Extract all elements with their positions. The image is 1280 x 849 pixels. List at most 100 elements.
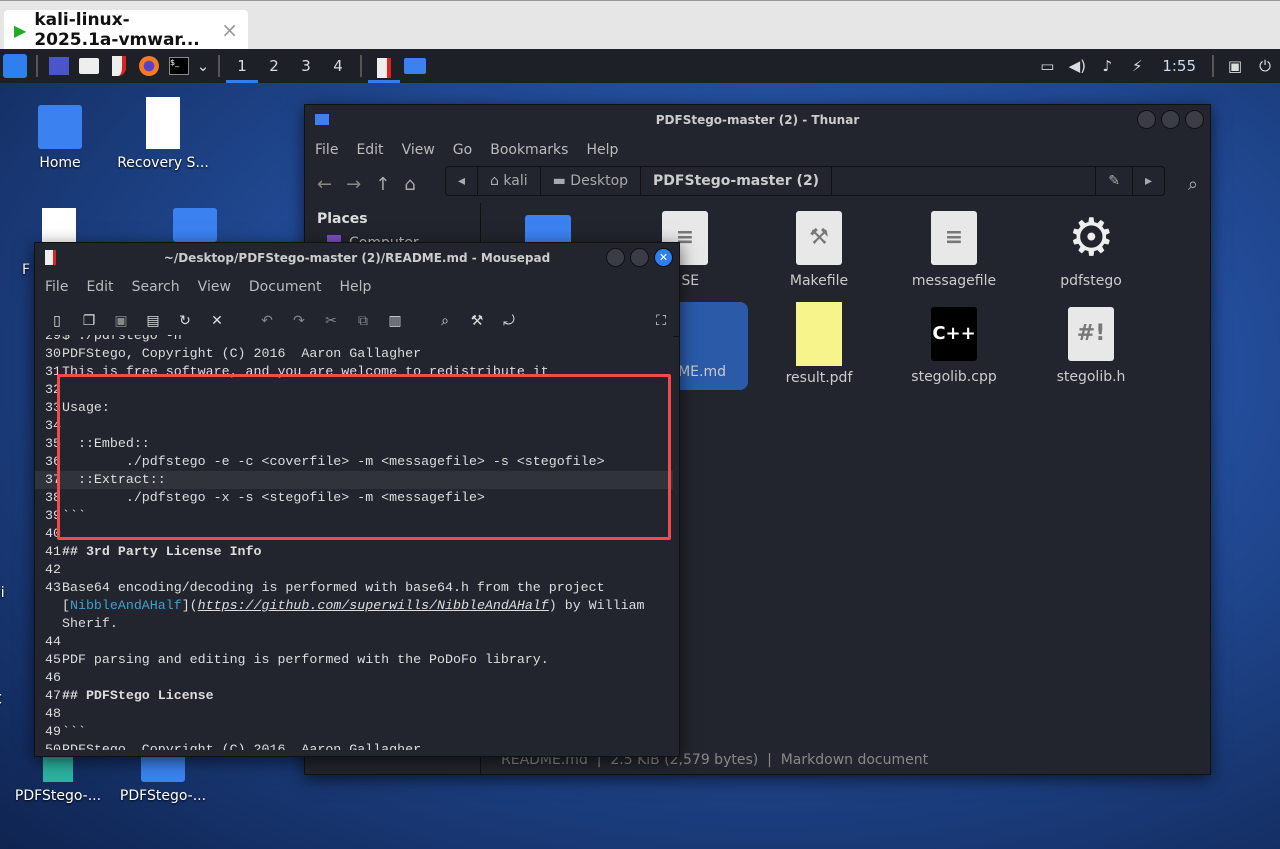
desktop-icon-pdfstego-1[interactable]: PDFStego-... (8, 752, 108, 804)
kali-menu-icon[interactable] (0, 49, 30, 83)
taskbar-thunar[interactable] (400, 49, 430, 83)
menu-view[interactable]: View (402, 142, 435, 158)
breadcrumb: ◂ ⌂ kali ▬ Desktop PDFStego-master (2) ✎… (445, 166, 1165, 196)
line-number: 30 (45, 346, 61, 361)
menu-file[interactable]: File (315, 142, 338, 158)
menu-go[interactable]: Go (453, 142, 472, 158)
fullscreen-icon[interactable]: ⛶ (651, 313, 671, 329)
copy-icon[interactable]: ⧉ (353, 313, 373, 329)
code-line: 46 (35, 669, 673, 687)
taskbar-mousepad[interactable] (368, 49, 400, 83)
file-result-pdf[interactable]: result.pdf (764, 302, 874, 386)
close-button[interactable]: ✕ (654, 248, 673, 267)
text-editor-icon[interactable] (104, 49, 134, 83)
line-number: 34 (45, 418, 61, 433)
line-number: 32 (45, 382, 61, 397)
vm-tab[interactable]: ▶ kali-linux-2025.1a-vmwar... × (4, 10, 248, 50)
line-number: 37 (45, 472, 61, 487)
workspace-4[interactable]: 4 (322, 49, 354, 83)
line-text: ## PDFStego License (62, 688, 214, 703)
file-label: Makefile (789, 273, 849, 289)
edit-location-icon[interactable]: ✎ (1095, 167, 1133, 195)
line-number: 49 (45, 724, 61, 739)
clock[interactable]: 1:55 (1152, 57, 1206, 75)
search-icon[interactable]: ⌕ (435, 313, 455, 329)
desktop-icon-partial[interactable]: C (0, 692, 32, 708)
workspace-2[interactable]: 2 (258, 49, 290, 83)
go-to-line-icon[interactable]: ⤾ (499, 313, 519, 329)
forward-arrow-icon[interactable]: → (346, 174, 361, 195)
logout-icon[interactable]: ⏻ (1250, 49, 1280, 83)
chevron-down-icon[interactable]: ⌄ (194, 49, 212, 83)
close-icon[interactable]: × (221, 18, 238, 42)
close-icon[interactable]: ✕ (207, 313, 227, 329)
undo-icon[interactable]: ↶ (257, 313, 277, 329)
icon-label: Home (39, 155, 81, 171)
menu-edit[interactable]: Edit (356, 142, 383, 158)
desktop-icon-pdfstego-2[interactable]: PDFStego-... (113, 752, 213, 804)
home-icon[interactable]: ⌂ (404, 174, 415, 195)
redo-icon[interactable]: ↷ (289, 313, 309, 329)
desktop-icon-partial[interactable]: wi (0, 585, 32, 601)
desktop-icon-recovery[interactable]: Recovery S... (113, 97, 213, 171)
breadcrumb-kali[interactable]: ⌂ kali (478, 167, 541, 195)
desktop-icon-partial[interactable]: rs (0, 478, 22, 494)
menu-help[interactable]: Help (339, 279, 371, 295)
link-punctuation: ]( (181, 598, 198, 613)
notification-bell-icon[interactable]: ♪ (1092, 49, 1122, 83)
file-stegolib-cpp[interactable]: C++ stegolib.cpp (899, 307, 1009, 385)
network-icon[interactable]: ▭ (1032, 49, 1062, 83)
menu-file[interactable]: File (45, 279, 68, 295)
save-as-icon[interactable]: ▤ (143, 313, 163, 329)
show-desktop-icon[interactable] (44, 49, 74, 83)
breadcrumb-left-arrow[interactable]: ◂ (446, 167, 479, 195)
gear-icon: ⚙ (1068, 208, 1115, 268)
workspace-1[interactable]: 1 (226, 49, 258, 83)
file-messagefile[interactable]: ≡ messagefile (899, 211, 1009, 289)
lock-icon[interactable]: ▣ (1220, 49, 1250, 83)
file-stegolib-h[interactable]: #! stegolib.h (1036, 307, 1146, 385)
firefox-icon[interactable] (134, 49, 164, 83)
file-manager-icon[interactable] (74, 49, 104, 83)
maximize-button[interactable] (630, 248, 649, 267)
breadcrumb-current[interactable]: PDFStego-master (2) (641, 167, 833, 195)
maximize-button[interactable] (1161, 110, 1180, 129)
search-icon[interactable]: ⌕ (1188, 174, 1198, 195)
menu-help[interactable]: Help (586, 142, 618, 158)
mousepad-toolbar: ▯ ❐ ▣ ▤ ↻ ✕ ↶ ↷ ✂ ⧉ ▥ ⌕ ⚒ ⤾ ⛶ (35, 305, 679, 337)
line-text: ./pdfstego -e -c <coverfile> -m <message… (62, 454, 605, 469)
file-pdfstego[interactable]: ⚙ pdfstego (1036, 211, 1146, 289)
code-line: 33 Usage: (35, 399, 673, 417)
new-document-icon[interactable]: ▯ (47, 313, 67, 329)
menu-edit[interactable]: Edit (86, 279, 113, 295)
power-manager-icon[interactable]: ⚡ (1122, 49, 1152, 83)
volume-icon[interactable]: ◀) (1062, 49, 1092, 83)
minimize-button[interactable] (606, 248, 625, 267)
breadcrumb-right-arrow[interactable]: ▸ (1133, 167, 1164, 195)
code-line: 41 ## 3rd Party License Info (35, 543, 673, 561)
cut-icon[interactable]: ✂ (321, 313, 341, 329)
breadcrumb-desktop[interactable]: ▬ Desktop (541, 167, 642, 195)
workspace-3[interactable]: 3 (290, 49, 322, 83)
menu-bookmarks[interactable]: Bookmarks (490, 142, 568, 158)
menu-document[interactable]: Document (249, 279, 322, 295)
back-arrow-icon[interactable]: ← (317, 174, 332, 195)
minimize-button[interactable] (1137, 110, 1156, 129)
file-makefile[interactable]: ⚒ Makefile (764, 211, 874, 289)
text-editor-area[interactable]: 29 $ ./pdfstego -h 30 PDFStego, Copyright (… (35, 335, 673, 750)
menu-view[interactable]: View (198, 279, 231, 295)
line-text: Sherif. (62, 616, 118, 631)
menu-search[interactable]: Search (132, 279, 180, 295)
find-replace-icon[interactable]: ⚒ (467, 313, 487, 329)
desktop-icon-home[interactable]: Home (10, 105, 110, 171)
file-label: messagefile (911, 273, 997, 289)
paste-icon[interactable]: ▥ (385, 313, 405, 329)
new-window-icon[interactable]: ❐ (79, 313, 99, 329)
terminal-icon[interactable]: $_ (164, 49, 194, 83)
header-file-icon: #! (1068, 307, 1114, 361)
markdown-url[interactable]: https://github.com/superwills/NibbleAndA… (198, 597, 549, 615)
reload-icon[interactable]: ↻ (175, 313, 195, 329)
save-icon[interactable]: ▣ (111, 313, 131, 329)
up-arrow-icon[interactable]: ↑ (375, 174, 390, 195)
close-button[interactable] (1185, 110, 1204, 129)
